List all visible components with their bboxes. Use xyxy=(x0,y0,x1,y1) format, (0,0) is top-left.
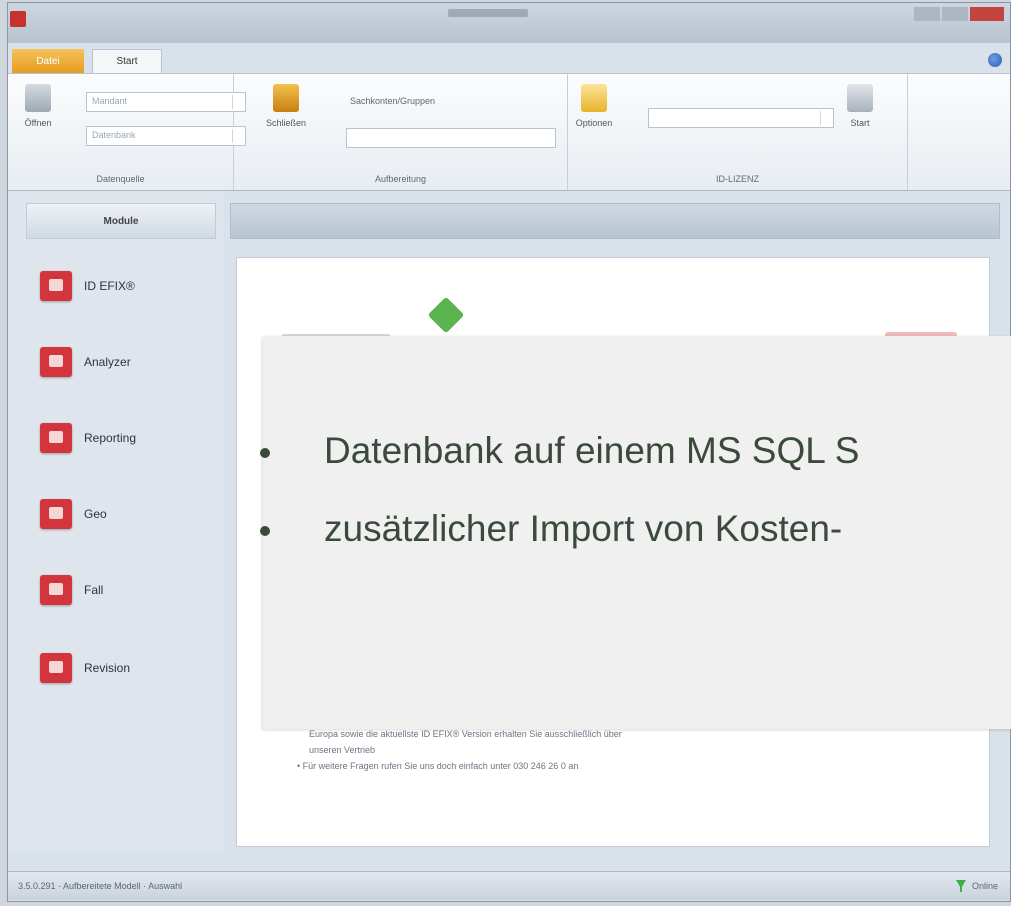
status-bar: 3.5.0.291 · Aufbereitete Modell · Auswah… xyxy=(8,871,1010,900)
logo-icon xyxy=(427,296,465,334)
connection-status: Online xyxy=(955,880,998,892)
module-item-revision[interactable]: Revision xyxy=(40,653,130,683)
open-button-label: Öffnen xyxy=(24,118,52,128)
modules-sidebar: Module ID EFIX® Analyzer Reporting Geo F… xyxy=(8,191,224,851)
module-label: Analyzer xyxy=(84,355,131,369)
options-button[interactable]: Optionen xyxy=(572,84,616,128)
open-button[interactable]: Öffnen xyxy=(16,84,60,128)
module-label: Fall xyxy=(84,583,104,597)
ribbon: Öffnen Mandant Datenbank Datenquelle Sch… xyxy=(8,73,1010,191)
accounts-groups-field[interactable] xyxy=(346,128,556,148)
module-label: Reporting xyxy=(84,431,137,445)
modules-header: Module xyxy=(26,203,216,239)
window-title xyxy=(448,9,528,17)
module-label: Geo xyxy=(84,507,107,521)
title-bar xyxy=(8,3,1010,43)
open-icon xyxy=(25,84,51,112)
module-icon xyxy=(40,271,72,301)
info-line-text: Für weitere Fragen rufen Sie uns doch ei… xyxy=(302,761,579,771)
group-label: Datenquelle xyxy=(96,174,145,184)
start-button[interactable]: Start xyxy=(838,84,882,128)
module-label: Revision xyxy=(84,661,131,675)
options-icon xyxy=(581,84,607,112)
module-item-fall[interactable]: Fall xyxy=(40,575,103,605)
module-item-id-efix[interactable]: ID EFIX® xyxy=(40,271,135,301)
module-icon xyxy=(40,347,72,377)
ribbon-group-aufbereitung: Schließen Sachkonten/Gruppen Aufbereitun… xyxy=(234,74,568,190)
accounts-groups-label: Sachkonten/Gruppen xyxy=(350,96,436,106)
ribbon-tabs: Datei Start xyxy=(8,43,1010,73)
module-icon xyxy=(40,499,72,529)
info-text: Europa sowie die aktuellste ID EFIX® Ver… xyxy=(297,726,622,774)
close-icon xyxy=(273,84,299,112)
tab-file[interactable]: Datei xyxy=(12,49,84,73)
module-item-reporting[interactable]: Reporting xyxy=(40,423,136,453)
minimize-button[interactable] xyxy=(914,7,940,21)
ribbon-group-lizenz: Optionen Start ID-LIZENZ xyxy=(568,74,908,190)
filter-icon xyxy=(955,880,966,892)
info-line: unseren Vertrieb xyxy=(309,745,376,755)
database-combo-value: Datenbank xyxy=(92,130,136,140)
content-header-bar xyxy=(230,203,1000,239)
info-line: • Für weitere Fragen rufen Sie uns doch … xyxy=(297,761,579,771)
group-label: ID-LIZENZ xyxy=(715,174,759,184)
module-label: ID EFIX® xyxy=(84,279,135,293)
close-window-button[interactable] xyxy=(970,7,1004,21)
help-icon[interactable] xyxy=(988,53,1002,67)
options-button-label: Optionen xyxy=(575,118,613,128)
license-combo[interactable] xyxy=(648,108,834,128)
module-icon xyxy=(40,653,72,683)
window-controls xyxy=(914,7,1004,21)
status-text: 3.5.0.291 · Aufbereitete Modell · Auswah… xyxy=(18,881,183,891)
online-label: Online xyxy=(971,881,998,891)
bullet-text: Datenbank auf einem MS SQL S xyxy=(324,430,860,471)
start-button-label: Start xyxy=(850,118,870,128)
bullet-text: zusätzlicher Import von Kosten- xyxy=(324,508,843,549)
module-icon xyxy=(40,423,72,453)
bullet-icon xyxy=(260,526,270,536)
mandant-combo[interactable]: Mandant xyxy=(86,92,246,112)
module-item-geo[interactable]: Geo xyxy=(40,499,107,529)
maximize-button[interactable] xyxy=(942,7,968,21)
app-logo-icon xyxy=(10,11,26,27)
close-db-button[interactable]: Schließen xyxy=(264,84,308,128)
lightning-icon xyxy=(847,84,873,112)
tab-start[interactable]: Start xyxy=(92,49,162,73)
bullet-icon xyxy=(260,448,270,458)
module-icon xyxy=(40,575,72,605)
close-db-label: Schließen xyxy=(265,118,307,128)
module-item-analyzer[interactable]: Analyzer xyxy=(40,347,131,377)
slide-overlay: Datenbank auf einem MS SQL S zusätzliche… xyxy=(260,336,1011,729)
mandant-combo-value: Mandant xyxy=(92,96,128,106)
ribbon-group-datasource: Öffnen Mandant Datenbank Datenquelle xyxy=(8,74,246,190)
group-label: Aufbereitung xyxy=(374,174,427,184)
chevron-down-icon xyxy=(820,111,831,125)
database-combo[interactable]: Datenbank xyxy=(86,126,246,146)
